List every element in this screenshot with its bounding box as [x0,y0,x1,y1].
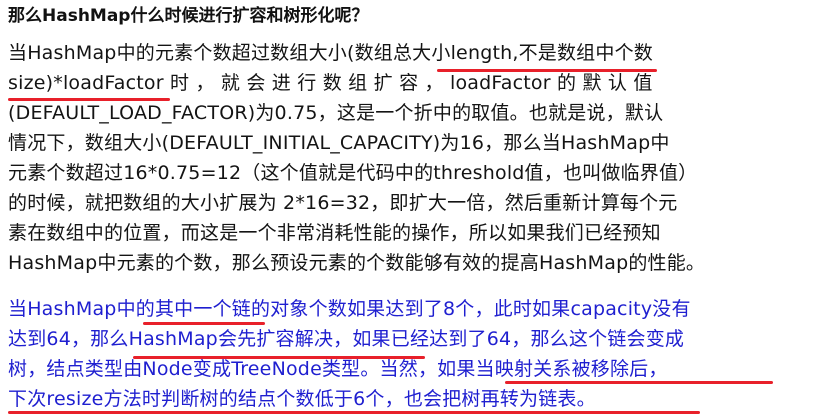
paragraph2-line2: 达到64，那么HashMap会先扩容解决，如果已经达到了64，那么这个链会变成 [8,328,685,350]
line2-part: 会 [246,72,266,94]
underline-mark [143,322,265,325]
paragraph-resize-explanation: 当HashMap中的元素个数超过数组大小(数组总大小length,不是数组中个数… [8,38,828,278]
line2-part: 时 [169,72,190,94]
underline-mark [505,381,773,384]
underline-mark [133,356,425,359]
line2-part: 容 [399,72,419,94]
paragraph1-line4: 情况下，数组大小(DEFAULT_INITIAL_CAPACITY)为16，那么… [8,132,670,154]
line2-part: 就 [220,72,241,94]
section-heading: 那么HashMap什么时候进行扩容和树形化呢？ [8,6,369,26]
paragraph1-line3: (DEFAULT_LOAD_FACTOR)为0.75，这是一个折中的取值。也就是… [8,102,664,124]
line2-part: size)*loadFactor [8,72,164,94]
paragraph2-line1: 当HashMap中的其中一个链的对象个数如果达到了8个，此时如果capacity… [8,298,691,320]
line2-part: 进 [271,72,291,94]
paragraph2-line4: 下次resize方法时判断树的结点个数低于6个，也会把树再转为链表。 [8,388,596,410]
line2-part: 组 [348,72,368,94]
paragraph1-line5: 元素个数超过16*0.75=12（这个值就是代码中的threshold值，也叫做… [8,162,698,184]
paragraph1-line1: 当HashMap中的元素个数超过数组大小(数组总大小length,不是数组中个数 [8,42,653,64]
line2-part: ， [424,72,444,94]
line2-part: 的 [557,72,577,94]
line2-part: 值 [633,72,653,94]
paragraph1-line6: 的时候，就把数组的大小扩展为 2*16=32，即扩大一倍，然后重新计算每个元 [8,192,678,214]
paragraph1-line8: HashMap中元素的个数，那么预设元素的个数能够有效的提高HashMap的性能… [8,252,706,274]
paragraph1-line7: 素在数组中的位置，而这是一个非常消耗性能的操作，所以如果我们已经预知 [8,222,661,244]
underline-mark [437,69,657,72]
line2-part: ， [195,72,215,94]
line2-part: 认 [607,72,628,94]
underline-mark [8,98,170,101]
line2-part: 行 [297,72,317,94]
line2-part: loadFactor [449,72,551,94]
line2-part: 扩 [373,72,393,94]
paragraph1-line2: size)*loadFactor 时 ， 就 会 进 行 数 组 扩 容 ， l… [8,68,828,98]
line2-part: 数 [322,72,342,94]
line2-part: 默 [582,72,602,94]
slide: 那么HashMap什么时候进行扩容和树形化呢？ 当HashMap中的元素个数超过… [0,0,832,414]
paragraph-treeify-explanation: 当HashMap中的其中一个链的对象个数如果达到了8个，此时如果capacity… [8,294,828,414]
